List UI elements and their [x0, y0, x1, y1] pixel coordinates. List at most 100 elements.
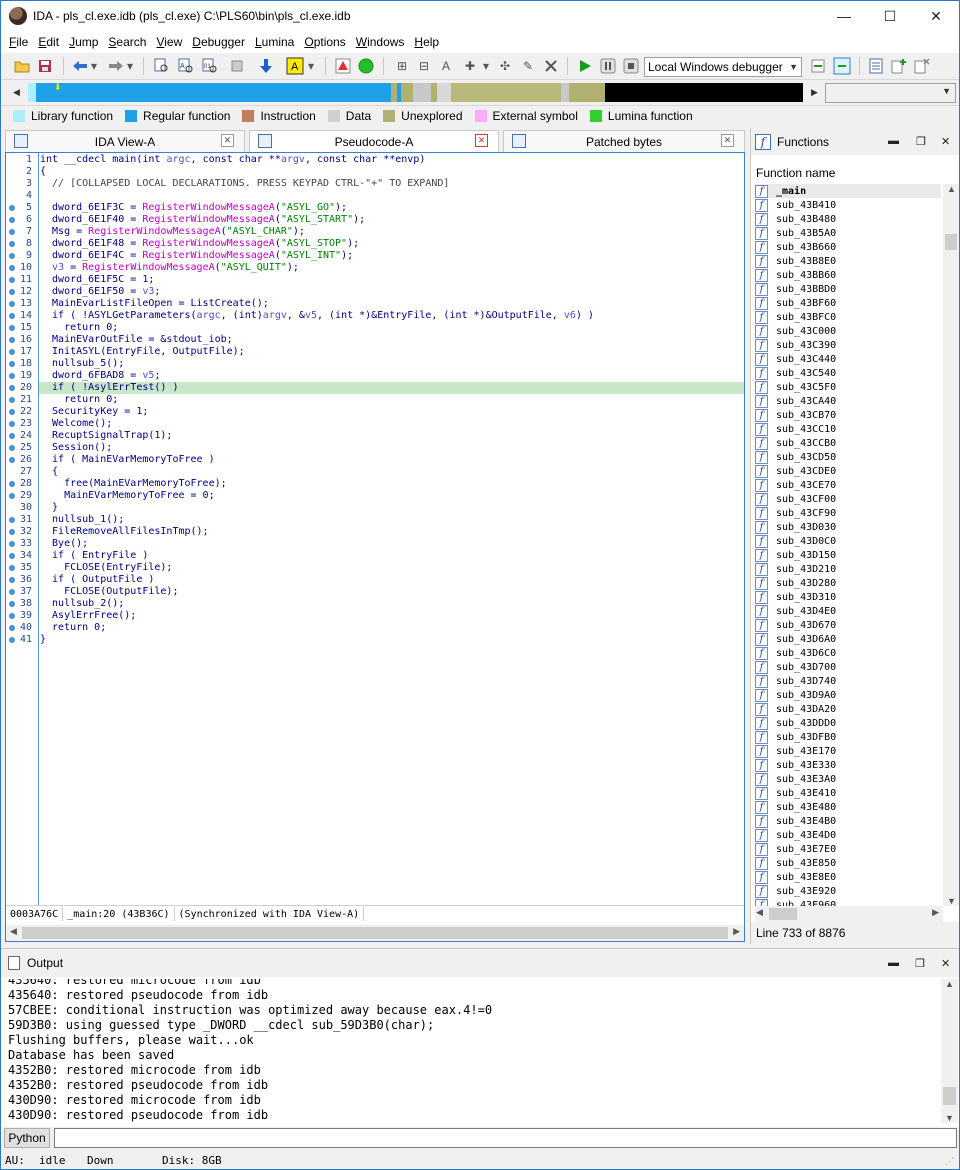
pseudocode-pane[interactable]: 1 2 3 4 5 6 7 8 9 10 11 12 13 14 15 16 17 18 19 20 21 22 23 24 2…: [5, 152, 745, 942]
function-row[interactable]: f sub_43BB60: [755, 268, 941, 282]
breakpoint-dot-icon[interactable]: [9, 337, 15, 343]
menu-file[interactable]: File: [4, 35, 33, 49]
search-binary-icon[interactable]: [153, 57, 171, 75]
code-line[interactable]: MainEvarListFileOpen = ListCreate();: [39, 298, 744, 310]
code-line[interactable]: nullsub_5();: [39, 358, 744, 370]
code-line[interactable]: SecurityKey = 1;: [39, 406, 744, 418]
function-row[interactable]: f sub_43E850: [755, 856, 941, 870]
code-line[interactable]: [39, 190, 744, 202]
function-row[interactable]: f sub_43D4E0: [755, 604, 941, 618]
close-tab-icon[interactable]: ✕: [475, 134, 488, 147]
python-command-input[interactable]: [54, 1128, 957, 1148]
menu-search[interactable]: Search: [103, 35, 151, 49]
breakpoint-dot-icon[interactable]: [9, 301, 15, 307]
breakpoint-dot-icon[interactable]: [9, 493, 15, 499]
function-row[interactable]: f sub_43CA40: [755, 394, 941, 408]
minimize-pane-icon[interactable]: ▬: [888, 957, 899, 969]
function-row[interactable]: f sub_43D670: [755, 618, 941, 632]
function-row[interactable]: f sub_43D700: [755, 660, 941, 674]
breakpoint-warning-icon[interactable]: [334, 57, 352, 75]
code-line[interactable]: MainEVarMemoryToFree = 0;: [39, 490, 744, 502]
code-line[interactable]: InitASYL(EntryFile, OutputFile);: [39, 346, 744, 358]
code-line[interactable]: if ( OutputFile ): [39, 574, 744, 586]
breakpoint-dot-icon[interactable]: [9, 481, 15, 487]
breakpoint-dot-icon[interactable]: [9, 637, 15, 643]
green-dot-icon[interactable]: [357, 57, 375, 75]
maximize-button[interactable]: ☐: [867, 1, 913, 31]
function-row[interactable]: f sub_43BBD0: [755, 282, 941, 296]
minimize-button[interactable]: —: [821, 1, 867, 31]
code-line[interactable]: // [COLLAPSED LOCAL DECLARATIONS. PRESS …: [39, 178, 744, 190]
function-row[interactable]: f sub_43E330: [755, 758, 941, 772]
menu-debugger[interactable]: Debugger: [187, 35, 250, 49]
breakpoint-dot-icon[interactable]: [9, 433, 15, 439]
close-window-button[interactable]: ✕: [913, 1, 959, 31]
search-text-icon[interactable]: A: [177, 57, 195, 75]
code-line[interactable]: {: [39, 166, 744, 178]
code-line[interactable]: dword_6FBAD8 = v5;: [39, 370, 744, 382]
scroll-thumb[interactable]: [22, 927, 728, 939]
code-line[interactable]: dword_6E1F5C = 1;: [39, 274, 744, 286]
output-log[interactable]: 435640: restored microcode from idb 43564…: [1, 979, 941, 1123]
function-row[interactable]: f sub_43B660: [755, 240, 941, 254]
menu-help[interactable]: Help: [409, 35, 444, 49]
make-array-icon[interactable]: ✚: [461, 57, 479, 75]
debugger-select[interactable]: Local Windows debugger ▼: [644, 57, 802, 77]
breakpoint-dot-icon[interactable]: [9, 541, 15, 547]
functions-vertical-scrollbar[interactable]: ▲ ▼: [943, 184, 959, 906]
scroll-down-icon[interactable]: ▼: [947, 896, 956, 906]
detach-process-icon[interactable]: [833, 57, 851, 75]
code-line[interactable]: if ( !AsylErrTest() ): [39, 382, 744, 394]
code-line[interactable]: if ( !ASYLGetParameters(argc, (int)argv,…: [39, 310, 744, 322]
close-pane-icon[interactable]: ✕: [941, 135, 950, 148]
breakpoint-dot-icon[interactable]: [9, 565, 15, 571]
function-row[interactable]: f sub_43E4D0: [755, 828, 941, 842]
breakpoint-dot-icon[interactable]: [9, 601, 15, 607]
pause-icon[interactable]: [599, 57, 617, 75]
function-row[interactable]: f sub_43D030: [755, 520, 941, 534]
breakpoint-dot-icon[interactable]: [9, 577, 15, 583]
code-line[interactable]: nullsub_1();: [39, 514, 744, 526]
function-row[interactable]: f sub_43D9A0: [755, 688, 941, 702]
breakpoint-dot-icon[interactable]: [9, 253, 15, 259]
breakpoint-dot-icon[interactable]: [9, 397, 15, 403]
functions-list[interactable]: f _main f sub_43B410 f sub_43B480 f sub_43B5A0 f…: [751, 184, 941, 906]
breakpoint-dot-icon[interactable]: [9, 241, 15, 247]
breakpoint-dot-icon[interactable]: [9, 229, 15, 235]
text-highlight-icon[interactable]: A: [286, 57, 304, 75]
delete-icon[interactable]: [542, 57, 560, 75]
function-row[interactable]: f sub_43D310: [755, 590, 941, 604]
function-row[interactable]: f sub_43B410: [755, 198, 941, 212]
function-row[interactable]: f sub_43E8E0: [755, 870, 941, 884]
code-line[interactable]: Session();: [39, 442, 744, 454]
tab-patched-bytes[interactable]: Patched bytes ✕: [503, 130, 745, 152]
forward-history-chevron-icon[interactable]: ▾: [125, 57, 135, 75]
code-line[interactable]: dword_6E1F3C = RegisterWindowMessageA("A…: [39, 202, 744, 214]
breakpoint-dot-icon[interactable]: [9, 265, 15, 271]
breakpoint-dot-icon[interactable]: [9, 205, 15, 211]
breakpoint-dot-icon[interactable]: [9, 625, 15, 631]
scroll-down-icon[interactable]: ▼: [945, 1113, 954, 1123]
breakpoint-dot-icon[interactable]: [9, 325, 15, 331]
scroll-thumb[interactable]: [769, 908, 797, 920]
nav-scroll-right-icon[interactable]: ▶: [811, 87, 818, 98]
function-row[interactable]: f sub_43D0C0: [755, 534, 941, 548]
function-row[interactable]: f sub_43E480: [755, 800, 941, 814]
function-row[interactable]: f sub_43E4B0: [755, 814, 941, 828]
forward-arrow-icon[interactable]: [107, 57, 125, 75]
function-row[interactable]: f sub_43DDD0: [755, 716, 941, 730]
function-row[interactable]: f sub_43CDE0: [755, 464, 941, 478]
function-row[interactable]: f _main: [755, 184, 941, 198]
scroll-right-icon[interactable]: ▶: [932, 907, 939, 918]
pseudocode-text[interactable]: int __cdecl main(int argc, const char **…: [38, 153, 744, 905]
array-chevron-icon[interactable]: ▾: [481, 57, 491, 75]
function-row[interactable]: f sub_43D280: [755, 576, 941, 590]
resize-grip-icon[interactable]: ⋰: [945, 1156, 954, 1167]
breakpoint-dot-icon[interactable]: [9, 421, 15, 427]
breakpoint-dot-icon[interactable]: [9, 361, 15, 367]
menu-options[interactable]: Options: [299, 35, 350, 49]
code-line[interactable]: AsylErrFree();: [39, 610, 744, 622]
function-row[interactable]: f sub_43BFC0: [755, 310, 941, 324]
function-row[interactable]: f sub_43DFB0: [755, 730, 941, 744]
function-row[interactable]: f sub_43DA20: [755, 702, 941, 716]
